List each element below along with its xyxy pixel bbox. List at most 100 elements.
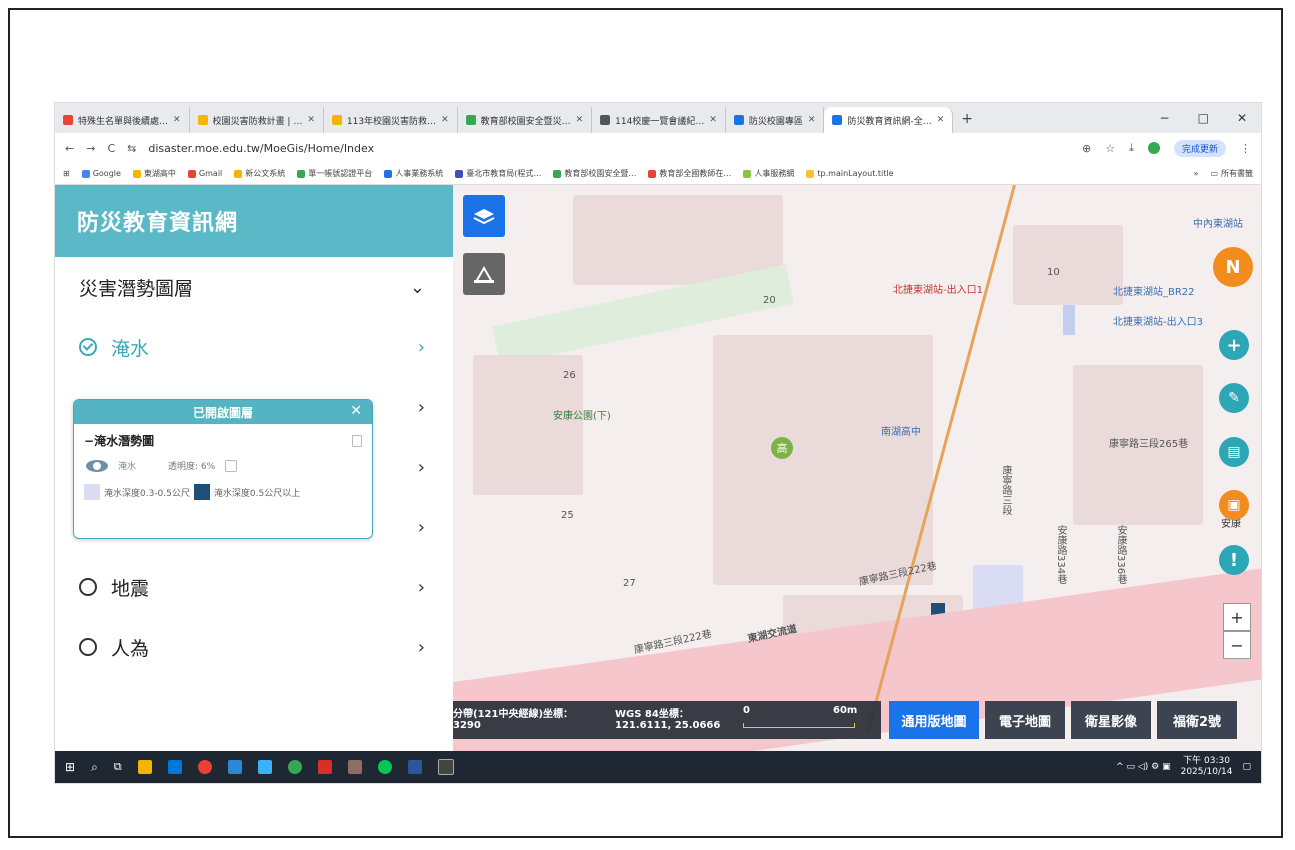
line-icon[interactable] — [377, 760, 392, 774]
visibility-toggle[interactable] — [86, 459, 108, 472]
bookmark-item[interactable]: Google — [81, 169, 121, 178]
tools-button[interactable] — [463, 253, 505, 295]
category-dropdown[interactable]: 災害潛勢圖層 ⌄ — [55, 257, 453, 317]
basemap-general-button[interactable]: 通用版地圖 — [889, 701, 979, 739]
app-icon[interactable] — [437, 759, 454, 775]
sidebar-item-flood[interactable]: 淹水 › — [55, 317, 453, 377]
reload-icon[interactable]: C — [107, 142, 115, 155]
tab-6[interactable]: 防災教育資訊網-全… ✕ — [824, 107, 954, 133]
site-icon — [455, 169, 464, 178]
category-label: 災害潛勢圖層 — [79, 277, 194, 300]
app-icon[interactable] — [347, 760, 362, 774]
minimize-icon[interactable]: − — [1160, 111, 1170, 125]
basemap-satellite-button[interactable]: 衛星影像 — [1071, 701, 1151, 739]
query-button[interactable]: ▣ — [1219, 490, 1249, 520]
gmail-icon — [63, 115, 73, 125]
screenshot: 特殊生名單與後續處… ✕ 校園災害防救計畫 | … ✕ 113年校園災害防救… ✕ 教… — [54, 102, 1262, 784]
window-close-icon[interactable]: ✕ — [1237, 111, 1247, 125]
mail-icon[interactable] — [167, 760, 182, 774]
trash-icon[interactable] — [352, 434, 362, 447]
add-button[interactable]: + — [1219, 330, 1249, 360]
zoom-icon[interactable]: ⊕ — [1082, 142, 1091, 155]
scan-border: 特殊生名單與後續處… ✕ 校園災害防救計畫 | … ✕ 113年校園災害防救… ✕ 教… — [8, 8, 1283, 838]
bookmark-item[interactable]: Gmail — [187, 169, 222, 178]
tab-0[interactable]: 特殊生名單與後續處… ✕ — [55, 107, 190, 133]
tab-1[interactable]: 校園災害防救計畫 | … ✕ — [190, 107, 324, 133]
close-icon[interactable]: ✕ — [576, 115, 584, 125]
close-icon[interactable]: ✕ — [307, 115, 315, 125]
app-icon[interactable] — [227, 760, 242, 774]
more-bookmarks-icon[interactable]: » — [1194, 169, 1199, 178]
globe-icon — [600, 115, 611, 125]
maximize-icon[interactable]: □ — [1198, 111, 1209, 125]
bookmark-star-icon[interactable]: ☆ — [1105, 142, 1115, 155]
tab-4[interactable]: 114校慶一覽會議紀… ✕ — [592, 107, 726, 133]
menu-icon[interactable]: ⋮ — [1240, 142, 1251, 155]
close-icon[interactable]: ✕ — [808, 115, 816, 125]
bookmark-item[interactable]: 單一帳號認證平台 — [297, 168, 372, 179]
close-icon[interactable]: ✕ — [173, 115, 181, 125]
zoom-in-button[interactable]: + — [1223, 603, 1251, 631]
close-icon[interactable]: ✕ — [937, 115, 945, 125]
url-field[interactable]: disaster.moe.edu.tw/MoeGis/Home/Index — [148, 142, 374, 155]
task-view-icon[interactable]: ⧉ — [114, 760, 122, 774]
scale-bar — [743, 723, 855, 728]
tray-icons[interactable]: ^ ▭ ◁) ⚙ ▣ — [1116, 762, 1171, 772]
clock[interactable]: 下午 03:30 2025/10/14 — [1181, 756, 1233, 778]
close-icon[interactable]: ✕ — [441, 115, 449, 125]
bookmark-item[interactable]: 人事業務系統 — [384, 168, 443, 179]
word-icon[interactable] — [407, 760, 422, 774]
site-icon — [297, 169, 306, 178]
search-icon[interactable]: ⌕ — [91, 760, 98, 775]
avatar[interactable] — [1147, 142, 1160, 154]
sidebar-item-manmade[interactable]: 人為 › — [55, 617, 453, 677]
chevron-right-icon: › — [417, 336, 425, 358]
basemap-emap-button[interactable]: 電子地圖 — [985, 701, 1065, 739]
exclamation-icon: ! — [1229, 549, 1239, 571]
alert-button[interactable]: ! — [1219, 545, 1249, 575]
map-canvas[interactable]: 安康公園(下) 南湖高中 高 中內東湖站 北捷東湖站-出入口1 北捷東湖站_BR… — [453, 185, 1261, 751]
tab-3[interactable]: 教育部校園安全暨災… ✕ — [458, 107, 593, 133]
notification-icon[interactable]: ▢ — [1242, 762, 1251, 772]
tab-5[interactable]: 防災校園專區 ✕ — [726, 107, 825, 133]
bookmark-item[interactable]: 教育部校園安全暨… — [553, 168, 636, 179]
bookmark-item[interactable]: 教育部全國教師在… — [648, 168, 731, 179]
bookmark-item[interactable]: tp.mainLayout.title — [806, 169, 894, 178]
layers-button[interactable] — [463, 195, 505, 237]
sidebar-item-earthquake[interactable]: 地震 › — [55, 557, 453, 617]
pdf-icon[interactable] — [317, 760, 332, 774]
chrome-icon[interactable] — [287, 760, 302, 774]
file-explorer-icon[interactable] — [137, 760, 152, 774]
basemap-formosat-button[interactable]: 福衛2號 — [1157, 701, 1237, 739]
compass-button[interactable]: N — [1213, 247, 1253, 287]
opacity-checkbox[interactable] — [225, 459, 238, 472]
school-badge-icon[interactable]: 高 — [771, 437, 793, 459]
download-icon[interactable]: ⤓ — [1129, 141, 1134, 155]
system-tray: ^ ▭ ◁) ⚙ ▣ 下午 03:30 2025/10/14 ▢ — [1116, 756, 1251, 778]
forward-icon[interactable]: → — [86, 142, 95, 155]
site-icon — [331, 115, 342, 125]
bookmark-item[interactable]: 臺北市教育局(程式… — [455, 168, 541, 179]
windows-start-icon[interactable]: ⊞ — [65, 760, 75, 774]
update-button[interactable]: 完成更新 — [1173, 139, 1226, 157]
back-icon[interactable]: ← — [65, 142, 74, 155]
bookmark-item[interactable]: 新公文系統 — [234, 168, 285, 179]
chrome-icon[interactable] — [197, 760, 212, 774]
new-tab-button[interactable]: + — [953, 111, 981, 133]
close-icon[interactable]: ✕ — [350, 403, 362, 419]
site-info-icon[interactable]: ⇆ — [127, 142, 136, 155]
all-bookmarks-button[interactable]: ▭ 所有書籤 — [1210, 168, 1253, 179]
draw-button[interactable]: ✎ — [1219, 383, 1249, 413]
print-button[interactable]: ▤ — [1219, 437, 1249, 467]
tab-2[interactable]: 113年校園災害防救… ✕ — [324, 107, 458, 133]
app-icon[interactable] — [257, 760, 272, 774]
bookmark-item[interactable]: 東湖高中 — [132, 168, 176, 179]
all-bookmarks-label: 所有書籤 — [1221, 169, 1253, 178]
document-page: 特殊生名單與後續處… ✕ 校園災害防救計畫 | … ✕ 113年校園災害防救… ✕ 教… — [0, 0, 1295, 850]
zoom-out-button[interactable]: − — [1223, 631, 1251, 659]
bookmark-item[interactable]: 人事服務網 — [743, 168, 794, 179]
tab-label: 防災教育資訊網-全… — [847, 116, 932, 127]
apps-icon[interactable]: ⊞ — [63, 169, 70, 178]
close-icon[interactable]: ✕ — [709, 115, 717, 125]
chevron-right-icon: › — [417, 516, 425, 538]
